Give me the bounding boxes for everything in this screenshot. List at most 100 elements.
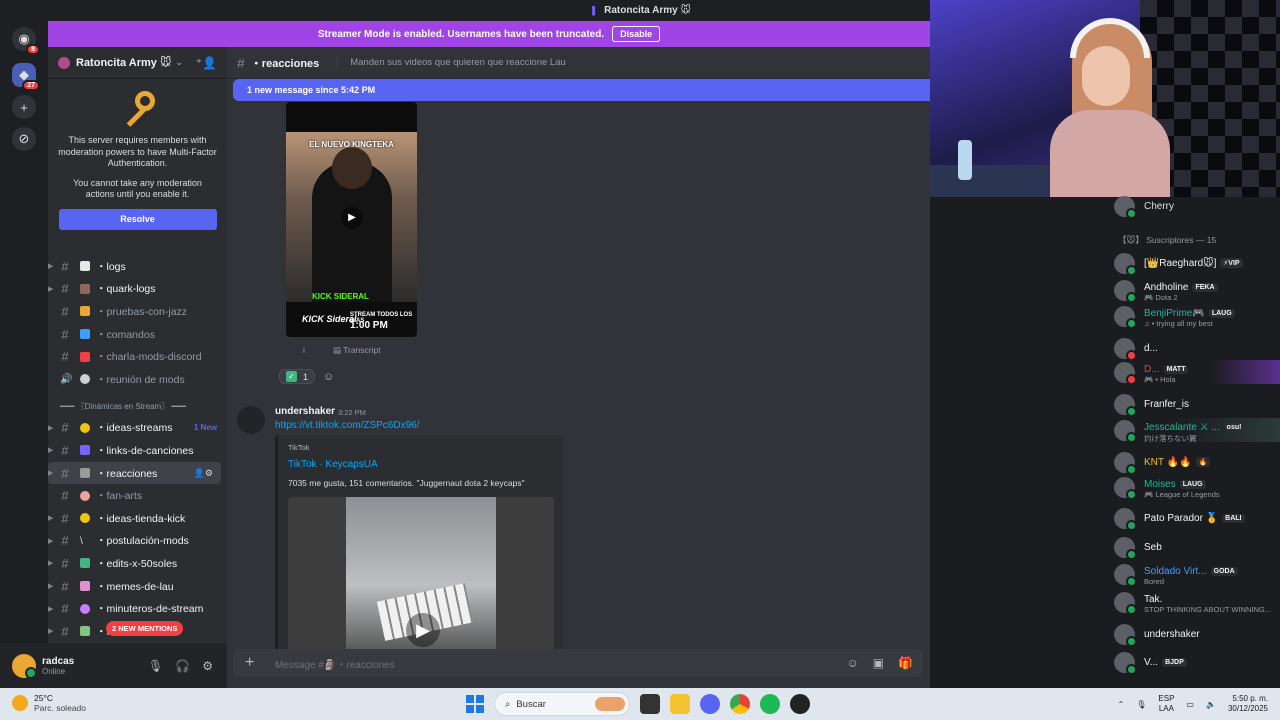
channel-settings-icon[interactable]: 👤⚙ — [194, 468, 213, 479]
member-row[interactable]: undershaker — [1106, 622, 1280, 647]
volume-icon[interactable]: 🔈 — [1206, 700, 1216, 709]
member-row[interactable]: Tak. STOP THINKING ABOUT WINNING... — [1106, 590, 1280, 615]
channel-ideas-streams[interactable]: ▶ # ・ideas-streams 1 New — [48, 417, 227, 440]
channel-fan-arts[interactable]: # ・fan-arts — [48, 484, 227, 507]
member-cherry[interactable]: Cherry — [1106, 194, 1280, 219]
member-name: Pato Parador 🏅 BALI — [1144, 513, 1245, 524]
member-row[interactable]: Seb — [1106, 535, 1280, 560]
member-row[interactable]: [👑Raeghard🐭] ⚡VIP — [1106, 251, 1280, 276]
disable-streamer-button[interactable]: Disable — [612, 26, 661, 42]
weather-widget[interactable]: 25°C Parc. soleado — [12, 693, 86, 713]
channel-label: ・reacciones — [96, 467, 158, 480]
play-icon[interactable]: ▶ — [341, 207, 363, 229]
channel-reunion-de-mods[interactable]: 🔊 ・reunión de mods — [48, 368, 227, 391]
microphone-icon[interactable]: 🎙 — [148, 659, 163, 673]
member-row[interactable]: Moises LAUG 🎮 League of Legends — [1106, 475, 1280, 500]
member-row[interactable]: Franfer_is — [1106, 392, 1280, 417]
channel-postulacion-mods[interactable]: ▶ # \ ・postulación-mods — [48, 530, 227, 553]
member-row[interactable]: Pato Parador 🏅 BALI — [1106, 506, 1280, 531]
server-header[interactable]: Ratoncita Army 🐭 ⌄ ⁺👤 — [48, 47, 227, 79]
message-composer[interactable]: + Message #🗿・reacciones ☺ ▣ 🎁 — [233, 649, 923, 677]
member-row[interactable]: d... — [1106, 336, 1280, 361]
message-input[interactable]: Message #🗿・reacciones — [275, 656, 395, 671]
expand-arrow-icon: ▶ — [48, 537, 54, 545]
channel-comandos[interactable]: # ・comandos — [48, 323, 227, 346]
channel-edits-x-50soles[interactable]: ▶ # ・edits-x-50soles — [48, 552, 227, 575]
obs-icon[interactable] — [790, 694, 810, 714]
add-reaction-icon[interactable]: ☺ — [323, 371, 334, 383]
system-clock[interactable]: 5:50 p. m. 30/12/2025 — [1228, 694, 1268, 714]
channel-minuteros-de-stream[interactable]: ▶ # ・minuteros-de-stream — [48, 597, 227, 620]
network-icon[interactable]: ▭ — [1186, 700, 1194, 709]
avatar[interactable] — [12, 653, 37, 679]
gif-icon[interactable]: ▣ — [873, 656, 884, 670]
discord-home-icon[interactable]: ◉ 8 — [12, 27, 40, 55]
embed-video[interactable]: ▶ — [288, 497, 554, 650]
channel-pruebas-con-jazz[interactable]: # ・pruebas-con-jazz — [48, 300, 227, 323]
channel-logs[interactable]: ▶ # ・logs — [48, 255, 227, 278]
member-row[interactable]: Jesscalante ⚔ ... osu! 灼け落ちない翼 — [1106, 418, 1280, 443]
user-info[interactable]: radcas Online — [42, 656, 74, 676]
spotify-icon[interactable] — [760, 694, 780, 714]
member-row[interactable]: KNT 🔥🔥 🔥 — [1106, 450, 1280, 475]
server-avatar — [58, 56, 70, 69]
chevron-up-icon[interactable]: ⌃ — [1118, 700, 1125, 709]
channel-memes-de-lau[interactable]: ▶ # ・memes-de-lau — [48, 575, 227, 598]
plus-icon[interactable]: + — [245, 654, 261, 672]
add-server-icon[interactable]: + — [12, 95, 36, 119]
member-row[interactable]: D... MATT 🎮 • Hola — [1106, 360, 1280, 385]
resolve-button[interactable]: Resolve — [58, 208, 217, 230]
link-embed: TikTok TikTok · KeycapsUA 7035 me gusta,… — [275, 435, 563, 650]
language-indicator[interactable]: ESP LAA — [1158, 694, 1174, 714]
streamer-mode-text: Streamer Mode is enabled. Usernames have… — [317, 28, 605, 40]
video-attachment[interactable]: EL NUEVO KINGTEKA ▶ KICK SIDERAL KICK Si… — [286, 102, 417, 337]
channel-links-de-canciones[interactable]: ▶ # ・links-de-canciones — [48, 439, 227, 462]
member-row[interactable]: Andholine FEKA 🎮 Dota 2 — [1106, 278, 1280, 303]
channel-ideas-tienda-kick[interactable]: ▶ # ・ideas-tienda-kick — [48, 507, 227, 530]
message-link[interactable]: https://vt.tiktok.com/ZSPc6Dx96/ — [275, 420, 420, 431]
expand-arrow-icon: ▶ — [48, 628, 54, 636]
headphones-icon[interactable]: 🎧 — [175, 659, 190, 673]
gear-icon[interactable]: ⚙ — [202, 659, 213, 673]
new-mentions-pill[interactable]: 2 NEW MENTIONS — [106, 621, 184, 636]
invite-icon[interactable]: ⁺👤 — [196, 56, 217, 70]
avatar — [1114, 537, 1137, 560]
category-dinamicas[interactable]: ━━━ 〖Dinámicas en Stream〗 ━━━ — [48, 399, 227, 415]
transcript-button[interactable]: ▤ Transcript — [333, 345, 381, 356]
server-icon[interactable]: ◆ 27 — [12, 63, 40, 91]
channel-quark-logs[interactable]: ▶ # ・quark-logs — [48, 278, 227, 301]
new-messages-bar[interactable]: 1 new message since 5:42 PM — [233, 79, 930, 101]
info-button[interactable]: i — [303, 345, 305, 356]
task-view-icon[interactable] — [640, 694, 660, 714]
expand-arrow-icon: ▶ — [48, 470, 54, 478]
avatar — [1114, 253, 1137, 276]
member-row[interactable]: BenjiPrime🎮 LAUG ♫ • trying all my best — [1106, 304, 1280, 329]
member-row[interactable]: Soldado Virt... GODA Bored — [1106, 562, 1280, 587]
file-explorer-icon[interactable] — [670, 694, 690, 714]
page-emoji-icon — [80, 261, 90, 272]
channel-charla-mods-discord[interactable]: # ・charla-mods-discord — [48, 345, 227, 368]
play-icon[interactable]: ▶ — [406, 613, 440, 647]
avatar[interactable] — [237, 406, 265, 434]
avatar — [1114, 452, 1137, 475]
gift-icon[interactable]: 🎁 — [898, 656, 913, 670]
embed-title[interactable]: TikTok · KeycapsUA — [288, 459, 378, 470]
search-highlight-icon — [595, 697, 625, 711]
message-author[interactable]: undershaker — [275, 406, 335, 417]
member-tag: LAUG — [1208, 308, 1235, 318]
reaction-check[interactable]: ✓ 1 — [279, 369, 316, 384]
start-icon[interactable] — [466, 695, 484, 713]
megaphone-icon — [80, 351, 90, 362]
member-tag: GODA — [1210, 566, 1238, 576]
channel-topic[interactable]: Manden sus videos que quieren que reacci… — [337, 57, 566, 68]
microphone-icon[interactable]: 🎙 — [1136, 700, 1146, 709]
member-tag: LAUG — [1179, 479, 1206, 489]
chrome-icon[interactable] — [730, 694, 750, 714]
member-name: Jesscalante ⚔ ... osu! — [1144, 422, 1245, 433]
sticker-icon[interactable]: ☺ — [846, 656, 858, 670]
discover-icon[interactable]: ⊘ — [12, 127, 36, 151]
discord-icon[interactable] — [700, 694, 720, 714]
taskbar-search[interactable]: ⌕ Buscar — [494, 692, 630, 716]
channel-reacciones[interactable]: ▶ # ・reacciones 👤⚙ — [48, 461, 221, 485]
member-row[interactable]: V... BJDP — [1106, 650, 1280, 675]
